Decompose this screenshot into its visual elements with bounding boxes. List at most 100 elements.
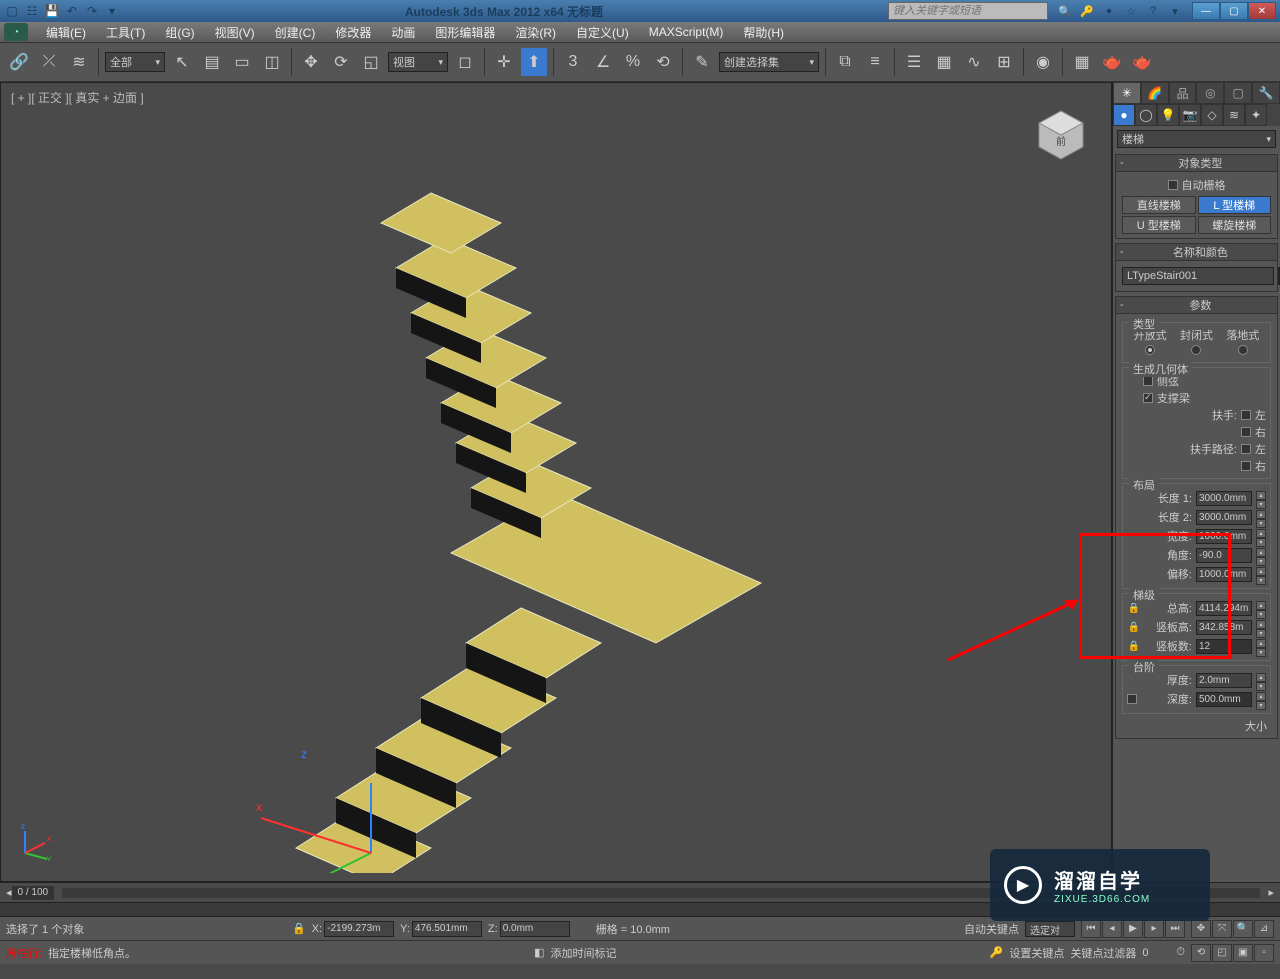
exchange-icon[interactable]: ✦ — [1100, 3, 1118, 19]
nav-orbit-icon[interactable]: ⟲ — [1191, 944, 1211, 962]
menu-animation[interactable]: 动画 — [381, 22, 425, 42]
setkey-button[interactable]: 设置关键点 — [1009, 945, 1064, 961]
subtab-spacewarps[interactable]: ≋ — [1223, 104, 1245, 126]
help-icon[interactable]: ? — [1144, 3, 1162, 19]
new-icon[interactable]: ▢ — [4, 3, 20, 19]
lock-riserh-icon[interactable]: 🔒 — [1127, 622, 1141, 633]
save-icon[interactable]: 💾 — [44, 3, 60, 19]
subtab-shapes[interactable]: ◯ — [1135, 104, 1157, 126]
btn-u-stair[interactable]: U 型楼梯 — [1122, 216, 1196, 234]
input-length1[interactable]: 3000.0mm — [1196, 491, 1252, 506]
rotate-icon[interactable]: ⟳ — [328, 48, 354, 76]
input-depth[interactable]: 500.0mm — [1196, 692, 1252, 707]
category-dropdown[interactable]: 楼梯 — [1117, 130, 1276, 148]
input-totalh[interactable]: 4114.294m — [1196, 601, 1252, 616]
menu-views[interactable]: 视图(V) — [205, 22, 265, 42]
chk-hpath-left[interactable] — [1241, 444, 1251, 454]
chk-hpath-right[interactable] — [1241, 461, 1251, 471]
keyfilter-button[interactable]: 关键点过滤器 — [1070, 945, 1136, 961]
schematic-view-icon[interactable]: ⊞ — [991, 48, 1017, 76]
render-icon[interactable]: 🫖 — [1129, 48, 1155, 76]
time-config-icon[interactable]: ⏱ — [1176, 946, 1185, 959]
next-frame-icon[interactable]: ▸ — [1144, 920, 1164, 938]
viewport[interactable]: [ + ][ 正交 ][ 真实 + 边面 ] — [0, 82, 1112, 882]
curve-editor-icon[interactable]: ∿ — [961, 48, 987, 76]
material-editor-icon[interactable]: ◉ — [1030, 48, 1056, 76]
view-cube[interactable]: 前 — [1031, 103, 1091, 163]
selkey-combo[interactable]: 选定对 — [1025, 921, 1075, 937]
key-icon[interactable]: 🔑 — [1078, 3, 1096, 19]
play-icon[interactable]: ▶ — [1123, 920, 1143, 938]
redo-icon[interactable]: ↷ — [84, 3, 100, 19]
layer-manager-icon[interactable]: ☰ — [901, 48, 927, 76]
menu-help[interactable]: 帮助(H) — [733, 22, 794, 42]
tab-create[interactable]: ✳ — [1113, 82, 1141, 104]
radio-box[interactable] — [1238, 345, 1248, 355]
chk-support[interactable] — [1143, 393, 1153, 403]
manipulate-icon[interactable]: ✛ — [491, 48, 517, 76]
chk-handrail-right[interactable] — [1241, 427, 1251, 437]
subtab-geometry[interactable]: ● — [1113, 104, 1135, 126]
align-icon[interactable]: ≡ — [862, 48, 888, 76]
pivot-center-icon[interactable]: ◻ — [452, 48, 478, 76]
graphite-icon[interactable]: ▦ — [931, 48, 957, 76]
maximize-button[interactable]: ▢ — [1220, 2, 1248, 20]
bind-icon[interactable]: ≋ — [66, 48, 92, 76]
menu-customize[interactable]: 自定义(U) — [566, 22, 639, 42]
nav-pan-icon[interactable]: ✥ — [1191, 920, 1211, 938]
scale-icon[interactable]: ◱ — [358, 48, 384, 76]
help-search-input[interactable] — [888, 2, 1048, 20]
input-angle[interactable]: -90.0 — [1196, 548, 1252, 563]
addmarker-label[interactable]: 添加时间标记 — [550, 945, 616, 961]
btn-l-stair[interactable]: L 型楼梯 — [1198, 196, 1272, 214]
tab-display[interactable]: ▢ — [1224, 82, 1252, 104]
select-icon[interactable]: ↖ — [169, 48, 195, 76]
window-crossing-icon[interactable]: ◫ — [259, 48, 285, 76]
tab-motion[interactable]: ◎ — [1196, 82, 1224, 104]
menu-rendering[interactable]: 渲染(R) — [505, 22, 566, 42]
mirror-icon[interactable]: ⧉ — [832, 48, 858, 76]
prev-frame-icon[interactable]: ◂ — [1102, 920, 1122, 938]
ref-coord-combo[interactable]: 视图 — [388, 52, 448, 72]
menu-tools[interactable]: 工具(T) — [96, 22, 155, 42]
render-frame-icon[interactable]: 🫖 — [1099, 48, 1125, 76]
chk-handrail-left[interactable] — [1241, 410, 1251, 420]
spinner-angle[interactable]: ▴▾ — [1256, 548, 1266, 563]
close-button[interactable]: ✕ — [1248, 2, 1276, 20]
subtab-systems[interactable]: ✦ — [1245, 104, 1267, 126]
spinner-snap-icon[interactable]: ⟲ — [650, 48, 676, 76]
input-riserh[interactable]: 342.858m — [1196, 620, 1252, 635]
input-width[interactable]: 1000.0mm — [1196, 529, 1252, 544]
angle-snap-icon[interactable]: ∠ — [590, 48, 616, 76]
nav-fov-icon[interactable]: ⊿ — [1254, 920, 1274, 938]
btn-straight-stair[interactable]: 直线楼梯 — [1122, 196, 1196, 214]
tag-icon-1[interactable]: ◧ — [534, 946, 544, 959]
named-selection-combo[interactable]: 创建选择集 — [719, 52, 819, 72]
menu-modifiers[interactable]: 修改器 — [325, 22, 381, 42]
favorite-icon[interactable]: ☆ — [1122, 3, 1140, 19]
link-icon[interactable]: 🔗 — [6, 48, 32, 76]
input-count[interactable]: 12 — [1196, 639, 1252, 654]
object-name-input[interactable] — [1122, 267, 1274, 285]
nav-zoom-icon[interactable]: 🔍 — [1233, 920, 1253, 938]
radio-open[interactable] — [1145, 345, 1155, 355]
percent-snap-icon[interactable]: % — [620, 48, 646, 76]
chk-side-string[interactable] — [1143, 376, 1153, 386]
coord-z[interactable]: 0.0mm — [500, 921, 570, 937]
input-thick[interactable]: 2.0mm — [1196, 673, 1252, 688]
menu-create[interactable]: 创建(C) — [265, 22, 326, 42]
spinner-offset[interactable]: ▴▾ — [1256, 567, 1266, 582]
spinner-length1[interactable]: ▴▾ — [1256, 491, 1266, 506]
unlink-icon[interactable]: ⤫ — [36, 48, 62, 76]
menu-edit[interactable]: 编辑(E) — [36, 22, 96, 42]
selection-filter-combo[interactable]: 全部 — [105, 52, 165, 72]
cur-frame-input[interactable]: 0 — [1142, 947, 1170, 959]
render-setup-icon[interactable]: ▦ — [1069, 48, 1095, 76]
app-menu-button[interactable]: ◔ — [4, 23, 28, 41]
select-region-rect-icon[interactable]: ▭ — [229, 48, 255, 76]
nav-zoomext-icon[interactable]: ◰ — [1212, 944, 1232, 962]
select-name-icon[interactable]: ▤ — [199, 48, 225, 76]
btn-spiral-stair[interactable]: 螺旋楼梯 — [1198, 216, 1272, 234]
tab-utilities[interactable]: 🔧 — [1252, 82, 1280, 104]
subtab-lights[interactable]: 💡 — [1157, 104, 1179, 126]
